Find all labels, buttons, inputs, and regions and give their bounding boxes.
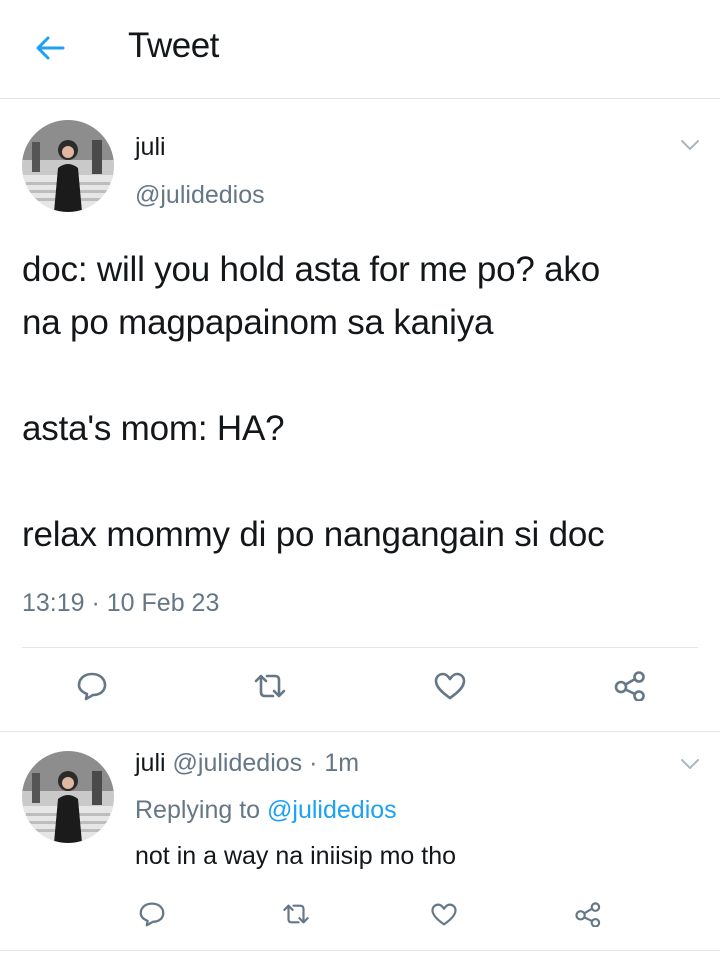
divider (0, 731, 720, 732)
reply-share-button[interactable] (568, 896, 608, 932)
tweet-line: relax mommy di po nangangain si doc (22, 515, 605, 554)
share-icon (575, 901, 601, 927)
divider (0, 950, 720, 951)
chevron-down-icon (681, 759, 699, 769)
avatar-photo (22, 751, 114, 843)
tweet-options-button[interactable] (678, 133, 702, 157)
reply-options-button[interactable] (678, 752, 702, 776)
reply-icon (139, 902, 165, 927)
chevron-down-icon (681, 140, 699, 150)
tweet-line-break (22, 455, 702, 508)
retweet-icon (283, 904, 309, 924)
app-header (0, 0, 720, 99)
retweet-button[interactable] (248, 666, 292, 706)
reply-header: juli @julidedios · 1m (135, 749, 359, 778)
heart-icon (431, 903, 457, 925)
reply-author-name[interactable]: juli (135, 749, 166, 777)
tweet-line: doc: will you hold asta for me po? ako (22, 250, 601, 289)
reply-avatar[interactable] (22, 751, 114, 843)
author-handle[interactable]: @julidedios (135, 181, 265, 210)
like-button[interactable] (428, 666, 472, 706)
avatar[interactable] (22, 120, 114, 212)
replying-to-label: Replying to (135, 796, 261, 824)
arrow-left-icon (36, 36, 65, 60)
page-title: Tweet (128, 26, 219, 65)
reply-text: not in a way na iniisip mo tho (135, 842, 457, 870)
replying-to-mention[interactable]: @julidedios (267, 796, 397, 824)
share-button[interactable] (608, 666, 652, 706)
retweet-icon (254, 674, 286, 698)
author-name[interactable]: juli (135, 133, 166, 162)
reply-retweet-button[interactable] (276, 896, 316, 932)
back-button[interactable] (28, 28, 72, 68)
tweet-timestamp[interactable]: 13:19 · 10 Feb 23 (22, 589, 219, 618)
share-icon (614, 671, 645, 701)
reply-button[interactable] (70, 666, 114, 706)
reply-like-button[interactable] (424, 896, 464, 932)
tweet-line: asta's mom: HA? (22, 409, 285, 448)
replying-to: Replying to @julidedios (135, 796, 397, 825)
reply-reply-button[interactable] (132, 896, 172, 932)
avatar-photo (22, 120, 114, 212)
divider (22, 647, 698, 648)
heart-icon (434, 672, 466, 700)
tweet-line-break (22, 349, 702, 402)
tweet-text: doc: will you hold asta for me po? ako n… (22, 243, 702, 561)
reply-icon (77, 672, 107, 701)
reply-time: · 1m (309, 749, 360, 777)
reply-author-handle[interactable]: @julidedios (173, 749, 303, 777)
tweet-line: na po magpapainom sa kaniya (22, 303, 494, 342)
